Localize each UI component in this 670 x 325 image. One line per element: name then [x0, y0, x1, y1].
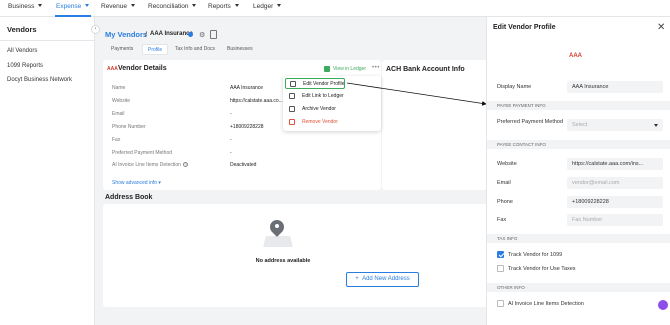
field-label-fax: Fax: [112, 137, 121, 143]
tab-payments[interactable]: Payments: [106, 44, 138, 55]
menu-item-remove[interactable]: Remove Vendor: [285, 117, 379, 128]
phone-label: Phone: [497, 199, 513, 205]
more-options-icon[interactable]: •••: [372, 65, 380, 71]
vendor-logo: AAA: [107, 66, 118, 72]
website-input[interactable]: https://calstate.aaa.com/ins...: [567, 158, 663, 170]
verified-icon: [188, 32, 193, 37]
field-value-name: AAA Insurance: [230, 85, 264, 91]
add-new-address-button[interactable]: + Add New Address: [346, 272, 419, 287]
field-label-email: Email: [112, 111, 125, 117]
fax-label: Fax: [497, 217, 507, 223]
sidebar: Vendors All Vendors 1099 Reports Docyt B…: [0, 17, 95, 325]
field-value-website: https://calstate.aaa.co...: [230, 98, 283, 104]
edit-vendor-panel: Edit Vendor Profile ✕ AAA Display Name A…: [486, 17, 670, 325]
field-value-fax: -: [230, 137, 232, 143]
tab-tax-info[interactable]: Tax Info and Docs: [170, 44, 220, 55]
tab-profile[interactable]: Profile: [142, 44, 169, 55]
chevron-down-icon: [654, 124, 658, 127]
nav-reconciliation[interactable]: Reconciliation: [148, 3, 197, 10]
section-tax: TAX INFO: [487, 234, 670, 243]
preferred-method-label: Preferred Payment Method: [497, 119, 564, 125]
vendor-actions-menu: Edit Vendor Profile Edit Link to Ledger …: [283, 76, 381, 131]
ledger-check-icon: [324, 66, 330, 72]
no-address-text: No address available: [255, 258, 311, 264]
field-label-website: Website: [112, 98, 130, 104]
field-label-phone: Phone Number: [112, 124, 146, 130]
track-1099-checkbox[interactable]: [497, 251, 504, 258]
vendor-logo: AAA: [569, 53, 582, 59]
location-pin-dot: [275, 224, 279, 228]
display-name-label: Display Name: [497, 84, 532, 90]
breadcrumb-vendor-name: AAA Insurance: [150, 31, 193, 37]
field-value-payment-method: -: [230, 150, 232, 156]
view-in-ledger-link[interactable]: View in Ledger: [333, 66, 366, 72]
breadcrumb-separator: /: [145, 30, 148, 39]
assistant-button[interactable]: [658, 300, 668, 310]
website-label: Website: [497, 161, 517, 167]
nav-revenue[interactable]: Revenue: [101, 3, 136, 10]
close-icon[interactable]: ✕: [657, 22, 665, 33]
email-input[interactable]: vendor@email.com: [567, 177, 663, 189]
field-value-email: -: [230, 111, 232, 117]
field-label-payment-method: Preferred Payment Method: [112, 150, 173, 156]
sidebar-title: Vendors: [7, 25, 37, 34]
phone-input[interactable]: +18009228228: [567, 196, 663, 208]
field-label-name: Name: [112, 85, 126, 91]
tab-businesses[interactable]: Businesses: [222, 44, 258, 55]
document-icon[interactable]: [210, 30, 217, 39]
link-icon: [289, 93, 295, 99]
breadcrumb-my-vendors[interactable]: My Vendors: [105, 30, 147, 39]
vendor-details-title: Vendor Details: [118, 65, 167, 72]
top-navigation: Business Expense Revenue Reconciliation …: [0, 0, 670, 17]
chevron-down-icon: [192, 4, 197, 7]
sidebar-item-all-vendors[interactable]: All Vendors: [7, 48, 37, 54]
show-advanced-info-link[interactable]: Show advanced info ▾: [112, 180, 161, 186]
trash-icon: [289, 119, 295, 125]
fax-input[interactable]: Fax Number: [567, 214, 663, 226]
ach-title: ACH Bank Account Info: [386, 66, 465, 73]
nav-reports[interactable]: Reports: [208, 3, 239, 10]
nav-business[interactable]: Business: [8, 3, 43, 10]
map-icon: [263, 236, 293, 247]
field-value-ai-detection: Deactivated: [230, 162, 257, 168]
display-name-input[interactable]: AAA Insurance: [567, 81, 663, 93]
field-value-phone: +18009228228: [230, 124, 264, 130]
section-payee-contact: PAYEE CONTACT INFO: [487, 140, 670, 149]
section-other: OTHER INFO: [487, 283, 670, 292]
address-book-card: [103, 204, 487, 307]
ach-bank-card: ACH Bank Account Info: [382, 60, 487, 190]
field-label-ai-detection: AI Invoice Line Items Detection?: [112, 162, 188, 168]
track-use-tax-label: Track Vendor for Use Taxes: [508, 266, 576, 272]
chevron-down-icon: [234, 4, 239, 7]
gear-icon[interactable]: ⚙: [199, 31, 205, 39]
archive-icon: [289, 106, 295, 112]
chevron-down-icon: [85, 4, 90, 7]
chevron-down-icon: [131, 4, 136, 7]
track-1099-label: Track Vendor for 1099: [508, 252, 563, 258]
menu-item-archive[interactable]: Archive Vendor: [285, 104, 379, 115]
chevron-down-icon: [277, 4, 282, 7]
divider: [0, 40, 95, 41]
address-book-title: Address Book: [105, 194, 153, 201]
menu-item-edit-profile[interactable]: Edit Vendor Profile: [285, 78, 345, 89]
collapse-sidebar-button[interactable]: ‹: [91, 25, 100, 34]
nav-ledger[interactable]: Ledger: [253, 3, 282, 10]
email-label: Email: [497, 180, 511, 186]
pencil-icon: [290, 81, 296, 87]
track-use-tax-checkbox[interactable]: [497, 265, 504, 272]
section-payee-payment: PAYEE PAYMENT INFO: [487, 101, 670, 110]
nav-expense[interactable]: Expense: [56, 3, 90, 10]
menu-item-edit-ledger-link[interactable]: Edit Link to Ledger: [285, 91, 379, 102]
help-icon[interactable]: ?: [182, 162, 188, 167]
ai-detection-checkbox[interactable]: [497, 300, 504, 307]
panel-title: Edit Vendor Profile: [493, 24, 556, 31]
ai-detection-label: AI Invoice Line Items Detection: [508, 301, 584, 307]
sidebar-item-1099-reports[interactable]: 1099 Reports: [7, 63, 43, 69]
sidebar-item-docyt-network[interactable]: Docyt Business Network: [7, 77, 72, 83]
chevron-down-icon: [38, 4, 43, 7]
preferred-method-select[interactable]: Select: [567, 119, 663, 131]
